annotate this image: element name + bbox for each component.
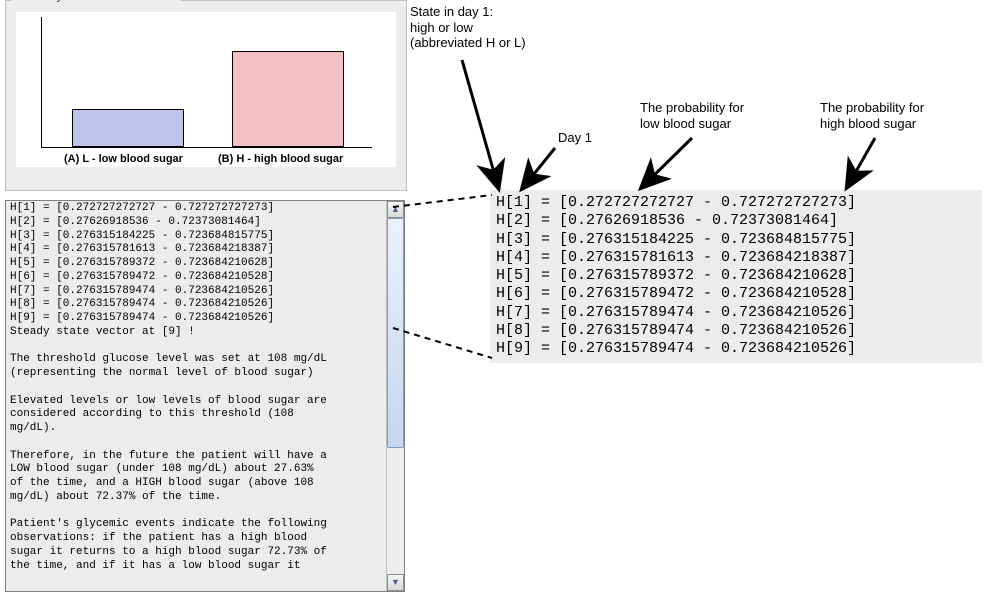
scroll-up-button[interactable]: ▲	[387, 201, 404, 218]
bar-low	[72, 109, 184, 147]
bar-high	[232, 51, 344, 147]
bar-chart	[41, 17, 372, 148]
canvas: Probability values of the last vector: (…	[0, 0, 1004, 597]
xlabel-low: (A) L - low blood sugar	[64, 153, 183, 165]
code-zoom: H[1] = [0.272727272727 - 0.727272727273]…	[490, 190, 982, 363]
xlabel-high: (B) H - high blood sugar	[218, 153, 343, 165]
scrollbar[interactable]: ▲ ▼	[386, 201, 404, 591]
callout-prob-high: The probability for high blood sugar	[820, 100, 924, 131]
chart-area: (A) L - low blood sugar (B) H - high blo…	[16, 12, 396, 167]
callout-day1: Day 1	[558, 130, 592, 146]
scroll-down-button[interactable]: ▼	[387, 574, 404, 591]
chart-groupbox: Probability values of the last vector: (…	[5, 0, 407, 191]
scroll-thumb[interactable]	[387, 218, 404, 448]
chart-title: Probability values of the last vector:	[12, 0, 175, 3]
callout-state: State in day 1: high or low (abbreviated…	[410, 4, 526, 51]
callout-prob-low: The probability for low blood sugar	[640, 100, 744, 131]
output-text[interactable]: H[1] = [0.272727272727 - 0.727272727273]…	[6, 201, 387, 591]
output-text-panel: H[1] = [0.272727272727 - 0.727272727273]…	[5, 200, 405, 592]
